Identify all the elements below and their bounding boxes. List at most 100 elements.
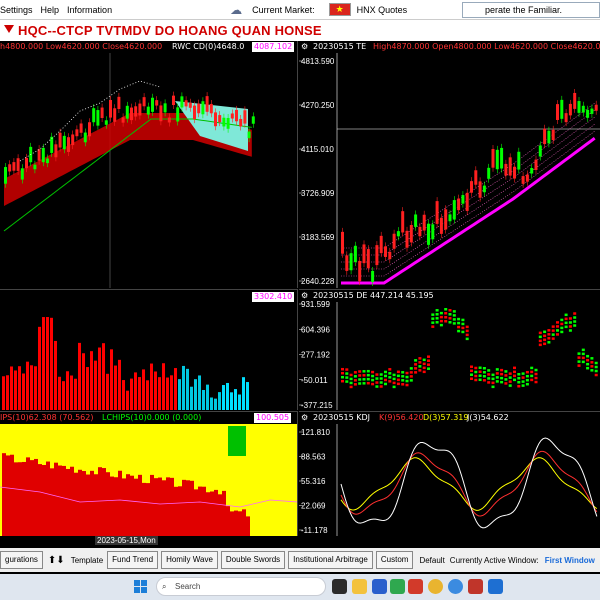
- de-dot: [551, 329, 555, 332]
- de-dot: [452, 322, 456, 325]
- candle-body: [62, 135, 66, 150]
- chips-red-bar: [66, 468, 70, 536]
- excel-icon[interactable]: [390, 579, 405, 594]
- cloud-icon[interactable]: ☁: [230, 4, 246, 16]
- gear-icon-2[interactable]: ⚙: [301, 291, 308, 301]
- candle-body: [405, 230, 409, 248]
- chips-red-bar: [70, 466, 74, 536]
- panel-volume-left[interactable]: 3302.410: [0, 289, 298, 410]
- institutional-arbitrage-button[interactable]: Institutional Arbitrage: [288, 551, 373, 569]
- double-swords-button[interactable]: Double Swords: [220, 551, 286, 569]
- custom-button[interactable]: Custom: [375, 551, 414, 569]
- panel-chips-left[interactable]: IPS(10)62.308 (70.562) LCHIPS(10)0.000 (…: [0, 411, 298, 536]
- axis-tick-label: 604.396: [301, 325, 330, 334]
- de-dot: [551, 333, 555, 336]
- configurations-button[interactable]: gurations: [0, 551, 43, 569]
- vietnam-flag-icon[interactable]: ★: [328, 3, 351, 16]
- menu-bar: Settings Help Information ☁ Current Mark…: [0, 0, 600, 20]
- candle-body: [534, 159, 538, 170]
- gear-icon[interactable]: ⚙: [301, 42, 308, 52]
- candle-body: [16, 158, 20, 171]
- chips-red-bar: [230, 511, 234, 536]
- chips-red-bar: [46, 461, 50, 536]
- de-dot: [500, 372, 504, 376]
- candle-body: [214, 112, 217, 127]
- volume-bar: [94, 360, 97, 410]
- word-icon[interactable]: [488, 579, 503, 594]
- de-dot: [525, 370, 529, 374]
- candle-body: [401, 211, 405, 233]
- store-icon[interactable]: [372, 579, 387, 594]
- de-dot: [508, 384, 512, 387]
- fund-trend-button[interactable]: Fund Trend: [107, 551, 159, 569]
- ma-ribbon-line: [341, 102, 595, 249]
- de-dot: [530, 370, 534, 374]
- candle-body: [67, 137, 70, 152]
- chips-red-bar: [50, 468, 54, 536]
- hnx-quotes-link[interactable]: HNX Quotes: [357, 5, 408, 15]
- homily-wave-button[interactable]: Homily Wave: [161, 551, 218, 569]
- candle-body: [167, 117, 171, 123]
- chips-red-bar: [182, 479, 186, 536]
- volume-bar: [198, 375, 201, 410]
- de-dot: [525, 382, 529, 386]
- dropdown-triangle-icon[interactable]: [4, 25, 14, 33]
- gear-icon-3[interactable]: ⚙: [301, 413, 308, 423]
- de-dot: [375, 373, 379, 376]
- candle-body: [58, 132, 62, 148]
- chips-red-bar: [146, 483, 150, 536]
- de-dot: [495, 368, 499, 371]
- de-dot: [401, 379, 405, 382]
- de-dot: [362, 370, 366, 373]
- candle-body: [409, 225, 413, 243]
- menu-help[interactable]: Help: [41, 5, 68, 15]
- task-view-icon[interactable]: [332, 579, 347, 594]
- volume-bar: [206, 384, 209, 410]
- file-explorer-icon[interactable]: [352, 579, 367, 594]
- app-red-icon[interactable]: [408, 579, 423, 594]
- chips-red-bar: [214, 489, 218, 536]
- de-dot: [427, 355, 430, 358]
- edge-icon[interactable]: [448, 579, 463, 594]
- de-dot: [358, 382, 362, 385]
- default-label[interactable]: Default: [419, 556, 444, 565]
- chips-red-bar: [110, 476, 114, 536]
- volume-bar: [178, 379, 181, 410]
- axis-tick-label: 277.192: [301, 351, 330, 360]
- de-dot: [478, 370, 482, 374]
- panel-price-right[interactable]: 4813.590 4270.250 4115.010 3726.909 3183.569…: [299, 41, 600, 288]
- chips-red-bar: [130, 475, 134, 536]
- de-dot: [482, 367, 486, 370]
- chips-red-bar: [34, 458, 38, 536]
- de-dot: [457, 321, 461, 325]
- menu-settings[interactable]: Settings: [0, 5, 41, 15]
- candle-body: [96, 110, 100, 126]
- panel-price-left[interactable]: h4800.000 Low4620.000 Close4620.000 RWC …: [0, 41, 298, 288]
- volume-bar: [242, 377, 245, 410]
- de-dot: [384, 382, 387, 386]
- de-dot: [396, 382, 400, 386]
- up-down-arrows-icon[interactable]: ⬆⬇: [48, 555, 65, 566]
- active-window-value[interactable]: First Window: [545, 556, 595, 565]
- chips-red-bar: [206, 492, 210, 536]
- volume-bar: [150, 363, 153, 410]
- panel-kdj-right[interactable]: 121.810 88.563 55.316 22.069 -11.178 ⚙ 20230…: [299, 411, 600, 536]
- de-chart-right: 931.599 604.396 277.192 -50.011 -377.215: [299, 300, 598, 410]
- de-dot: [444, 316, 448, 319]
- candle-body: [457, 198, 461, 211]
- chrome-icon[interactable]: [428, 579, 443, 594]
- chips-red-bar: [98, 467, 102, 536]
- de-dot: [586, 354, 590, 358]
- panel-de-right[interactable]: 931.599 604.396 277.192 -50.011 -377.215 ⚙ 2…: [299, 289, 600, 410]
- candle-body: [193, 105, 196, 120]
- de-dot: [353, 383, 357, 386]
- volume-bar: [54, 340, 57, 410]
- candle-body: [146, 106, 150, 115]
- menu-information[interactable]: Information: [67, 5, 120, 15]
- de-dot: [439, 319, 443, 323]
- windows-start-icon[interactable]: [134, 580, 147, 593]
- taskbar-search-input[interactable]: ⌕ Search: [156, 577, 326, 596]
- de-dot: [594, 373, 598, 377]
- de-dot: [517, 380, 521, 384]
- trading-app-icon[interactable]: [468, 579, 483, 594]
